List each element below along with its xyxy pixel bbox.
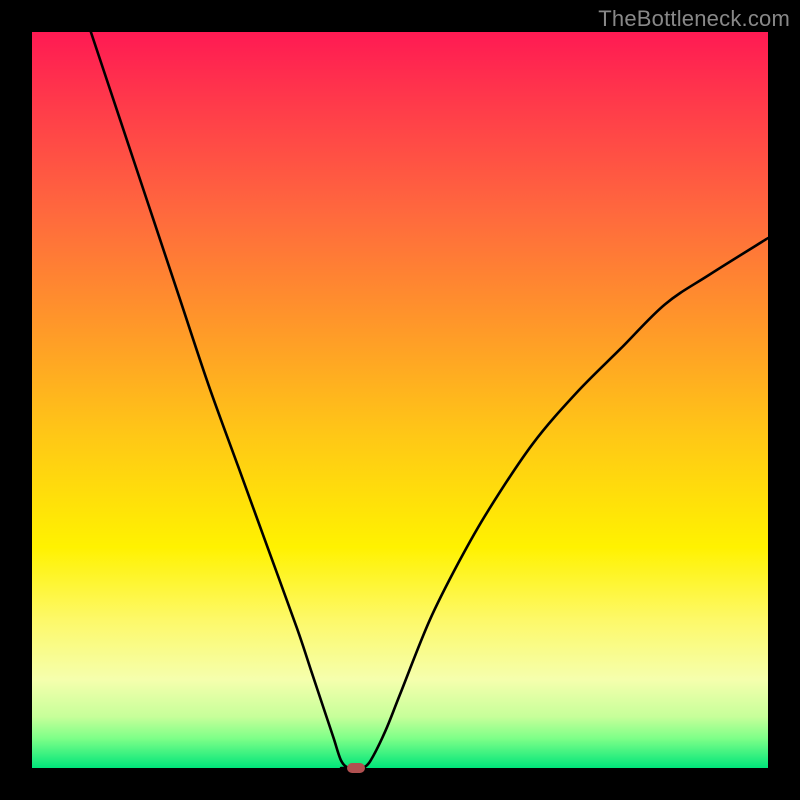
bottleneck-curve xyxy=(32,32,768,768)
plot-area xyxy=(32,32,768,768)
chart-frame: TheBottleneck.com xyxy=(0,0,800,800)
optimum-marker xyxy=(347,763,365,773)
watermark-text: TheBottleneck.com xyxy=(598,6,790,32)
